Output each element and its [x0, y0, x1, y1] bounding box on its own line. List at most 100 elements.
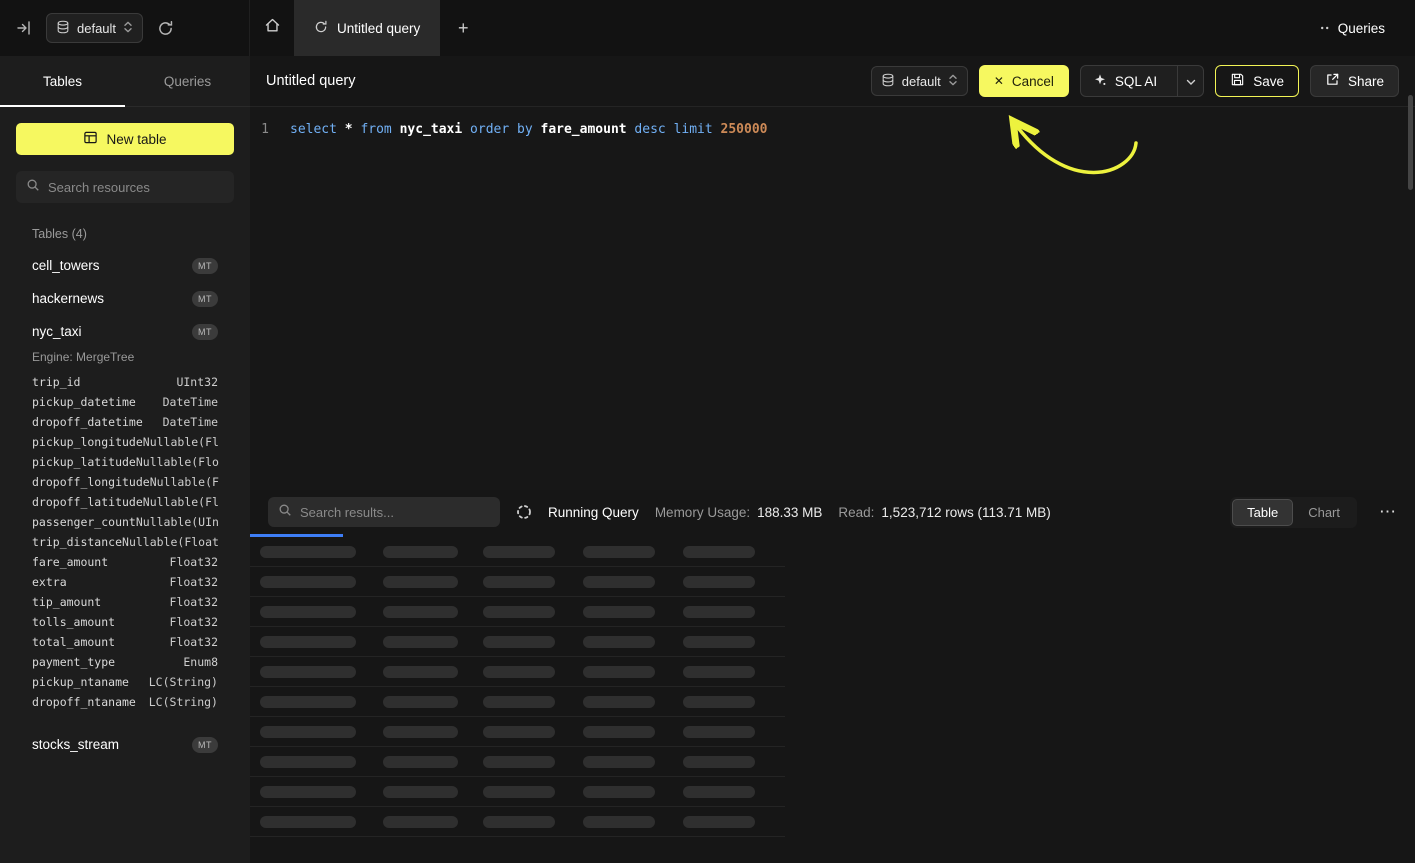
skeleton-cell	[583, 606, 655, 618]
column-name: tolls_amount	[32, 612, 115, 632]
column-type: Nullable(F	[150, 472, 219, 492]
table-column-row[interactable]: fare_amountFloat32	[32, 552, 218, 572]
skeleton-cell	[383, 816, 458, 828]
skeleton-row	[250, 657, 785, 687]
column-type: Nullable(Fl	[143, 492, 219, 512]
sql-token-number: 250000	[721, 122, 768, 137]
view-toggle-table[interactable]: Table	[1232, 499, 1293, 526]
skeleton-cell	[383, 666, 458, 678]
table-item-hackernews[interactable]: hackernews MT	[16, 282, 234, 315]
table-column-row[interactable]: dropoff_longitudeNullable(F	[32, 472, 218, 492]
skeleton-cell	[260, 666, 356, 678]
sql-token-keyword: from	[360, 122, 391, 137]
sql-line[interactable]: select * from nyc_taxi order by fare_amo…	[290, 121, 768, 490]
chevron-down-icon	[1186, 74, 1196, 89]
sql-ai-main[interactable]: SQL AI	[1081, 66, 1169, 96]
new-tab-button[interactable]: +	[440, 0, 486, 56]
more-options-icon[interactable]: ⋯	[1379, 502, 1397, 522]
table-column-row[interactable]: tolls_amountFloat32	[32, 612, 218, 632]
sidebar-tab-queries[interactable]: Queries	[125, 56, 250, 106]
refresh-icon[interactable]	[155, 18, 176, 39]
table-column-row[interactable]: dropoff_datetimeDateTime	[32, 412, 218, 432]
sidebar-tab-tables[interactable]: Tables	[0, 56, 125, 106]
column-type: Nullable(Fl	[143, 432, 219, 452]
topbar-database-selector[interactable]: default	[46, 13, 143, 43]
skeleton-row	[250, 747, 785, 777]
skeleton-cell	[583, 726, 655, 738]
column-name: passenger_count	[32, 512, 136, 532]
sql-token-keyword: order by	[470, 122, 533, 137]
new-table-button[interactable]: New table	[16, 123, 234, 155]
sql-ai-caret[interactable]	[1177, 66, 1203, 96]
skeleton-cell	[260, 816, 356, 828]
database-icon	[56, 20, 70, 37]
skeleton-cell	[260, 546, 356, 558]
table-item-nyc-taxi[interactable]: nyc_taxi MT	[16, 315, 234, 348]
column-name: pickup_longitude	[32, 432, 143, 452]
skeleton-row	[250, 687, 785, 717]
table-item-stocks-stream[interactable]: stocks_stream MT	[16, 728, 234, 761]
share-label: Share	[1348, 74, 1384, 89]
home-button[interactable]	[250, 0, 294, 56]
table-column-row[interactable]: trip_distanceNullable(Float	[32, 532, 218, 552]
skeleton-cell	[583, 546, 655, 558]
search-icon	[278, 503, 292, 522]
table-column-row[interactable]: payment_typeEnum8	[32, 652, 218, 672]
plus-icon: +	[458, 18, 469, 39]
skeleton-cell	[383, 576, 458, 588]
sidebar: Tables Queries New table Tables (4) cell…	[0, 56, 250, 863]
table-column-row[interactable]: passenger_countNullable(UIn	[32, 512, 218, 532]
close-icon: ✕	[994, 74, 1004, 88]
sql-ai-label: SQL AI	[1115, 74, 1157, 89]
sidebar-body: New table Tables (4) cell_towers MT hack…	[0, 107, 250, 777]
tab-strip: Untitled query +	[250, 0, 486, 56]
table-column-row[interactable]: pickup_datetimeDateTime	[32, 392, 218, 412]
read-label: Read:	[838, 505, 874, 520]
resource-search-input[interactable]	[48, 180, 224, 195]
sql-editor[interactable]: 1 select * from nyc_taxi order by fare_a…	[250, 107, 1415, 490]
table-column-row[interactable]: dropoff_ntanameLC(String)	[32, 692, 218, 712]
table-column-row[interactable]: total_amountFloat32	[32, 632, 218, 652]
sql-token-plain	[462, 122, 470, 137]
results-search-input[interactable]	[300, 505, 490, 520]
skeleton-cell	[683, 576, 755, 588]
table-column-row[interactable]: extraFloat32	[32, 572, 218, 592]
column-name: dropoff_datetime	[32, 412, 143, 432]
memory-usage-label: Memory Usage:	[655, 505, 750, 520]
engine-badge: MT	[192, 258, 218, 274]
skeleton-cell	[483, 786, 555, 798]
skeleton-row	[250, 807, 785, 837]
view-toggle-chart[interactable]: Chart	[1293, 499, 1355, 526]
table-column-row[interactable]: pickup_latitudeNullable(Flo	[32, 452, 218, 472]
sql-token-ident: nyc_taxi	[400, 122, 463, 137]
scrollbar-thumb[interactable]	[1408, 95, 1413, 190]
column-type: Enum8	[183, 652, 218, 672]
table-item-cell-towers[interactable]: cell_towers MT	[16, 249, 234, 282]
tab-untitled-query[interactable]: Untitled query	[294, 0, 440, 56]
queries-button[interactable]: Queries	[1320, 0, 1415, 56]
column-type: Float32	[170, 592, 218, 612]
query-database-value: default	[902, 74, 941, 89]
collapse-sidebar-icon[interactable]	[14, 18, 34, 38]
save-label: Save	[1253, 74, 1284, 89]
table-column-row[interactable]: dropoff_latitudeNullable(Fl	[32, 492, 218, 512]
sql-ai-button[interactable]: SQL AI	[1080, 65, 1204, 97]
skeleton-cell	[260, 756, 356, 768]
table-column-row[interactable]: pickup_ntanameLC(String)	[32, 672, 218, 692]
skeleton-row	[250, 567, 785, 597]
skeleton-cell	[483, 696, 555, 708]
column-name: trip_distance	[32, 532, 122, 552]
share-button[interactable]: Share	[1310, 65, 1399, 97]
sql-token-ident: *	[345, 122, 353, 137]
sql-token-plain	[666, 122, 674, 137]
skeleton-cell	[383, 756, 458, 768]
save-button[interactable]: Save	[1215, 65, 1299, 97]
skeleton-cell	[483, 666, 555, 678]
query-database-selector[interactable]: default	[871, 66, 968, 96]
table-column-row[interactable]: pickup_longitudeNullable(Fl	[32, 432, 218, 452]
table-column-row[interactable]: tip_amountFloat32	[32, 592, 218, 612]
skeleton-cell	[260, 786, 356, 798]
table-column-row[interactable]: trip_idUInt32	[32, 372, 218, 392]
skeleton-row	[250, 777, 785, 807]
cancel-button[interactable]: ✕ Cancel	[979, 65, 1069, 97]
